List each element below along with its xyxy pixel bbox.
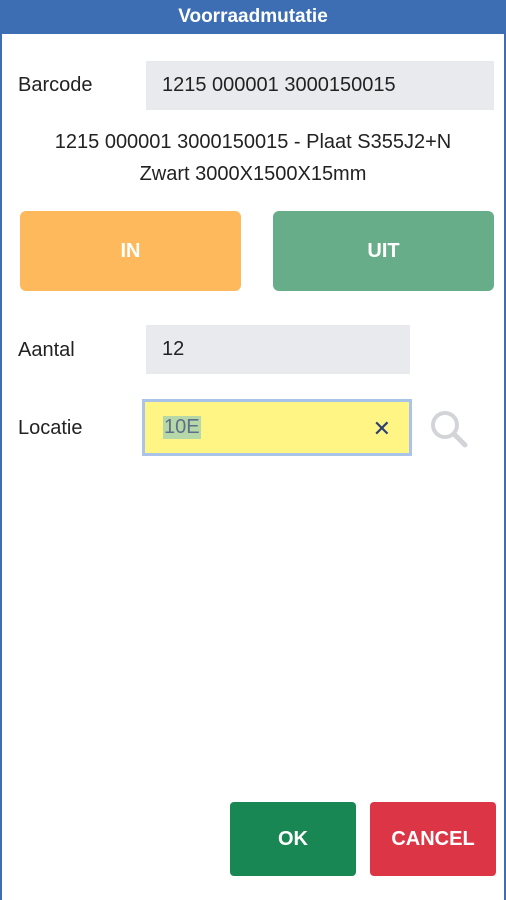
product-description-line-1: 1215 000001 3000150015 - Plaat S355J2+N (54, 131, 452, 153)
barcode-value: 1215 000001 3000150015 (162, 74, 396, 96)
barcode-label: Barcode (18, 74, 93, 96)
location-input[interactable]: 10E ✕ (142, 399, 412, 456)
cancel-button[interactable]: CANCEL (370, 802, 496, 876)
dialog: Voorraadmutatie Barcode 1215 000001 3000… (0, 0, 506, 900)
quantity-value: 12 (162, 338, 185, 360)
product-description-line-2: Zwart 3000X1500X15mm (139, 163, 367, 185)
location-value: 10E (163, 416, 201, 439)
location-label: Locatie (18, 417, 83, 439)
search-icon[interactable] (428, 408, 470, 450)
ok-button[interactable]: OK (230, 802, 356, 876)
in-button[interactable]: IN (20, 211, 241, 291)
out-button[interactable]: UIT (273, 211, 494, 291)
dialog-title: Voorraadmutatie (2, 0, 504, 34)
quantity-label: Aantal (18, 339, 75, 361)
barcode-field[interactable]: 1215 000001 3000150015 (146, 61, 494, 110)
close-icon[interactable]: ✕ (373, 416, 391, 442)
quantity-field[interactable]: 12 (146, 325, 410, 374)
